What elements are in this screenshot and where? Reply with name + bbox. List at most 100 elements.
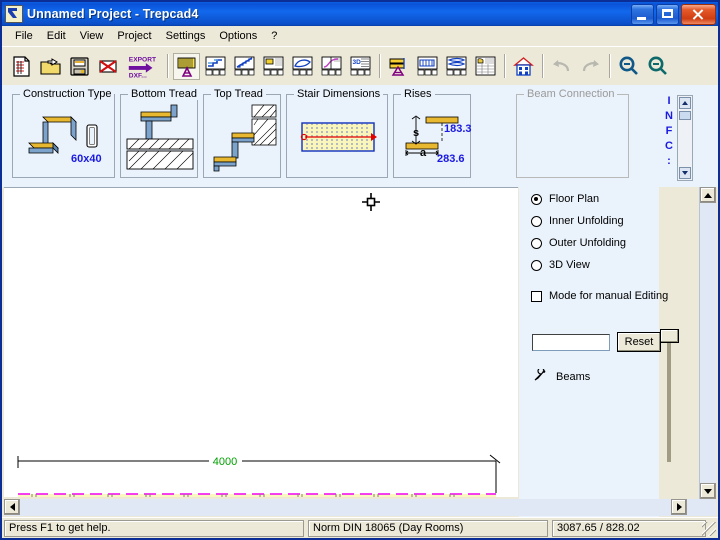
open-folder-icon[interactable] [37,53,64,80]
menu-settings[interactable]: Settings [159,28,213,44]
panel-top-tread[interactable]: Top Tread [203,88,281,178]
menu-help[interactable]: ? [264,28,284,44]
value-input[interactable] [532,334,610,351]
construction-type-value: 60x40 [71,153,102,165]
app-icon [5,5,23,23]
material-list-icon[interactable] [472,53,499,80]
status-hint: Press F1 to get help. [4,519,304,537]
railing-icon[interactable] [414,53,441,80]
zoom-out-icon[interactable] [644,53,671,80]
stair-dimensions-icon[interactable] [173,52,200,80]
beams-label: Beams [556,371,591,383]
toolbar-separator-5 [609,54,610,78]
new-file-icon[interactable] [8,53,35,80]
vertical-scrollbar[interactable] [699,187,716,499]
checkbox-manual-editing-indicator[interactable] [531,290,542,302]
zoom-slider-thumb[interactable] [660,329,679,343]
panel-rises[interactable]: Rises s a 183.3 283.6 [393,88,472,178]
info-scrollbar[interactable] [677,95,693,181]
maximize-button[interactable] [656,4,679,25]
delete-cross-icon[interactable] [95,53,122,80]
panel-stair-dimensions-graphic [287,95,387,177]
scroll-right-icon[interactable] [671,499,687,515]
panel-beam-connection-caption: Beam Connection [524,88,618,100]
radio-outer-unfolding-indicator[interactable] [531,237,542,249]
svg-text:EXPORT: EXPORT [129,56,156,63]
info-scroll-thumb[interactable] [679,111,691,120]
zoom-slider-track[interactable] [667,332,671,462]
rises-label-s: s [413,127,420,139]
panel-strip: Construction Type 60x40 Bottom Tread Top… [2,85,718,187]
toolbar-separator-2 [379,54,380,78]
toolbar: EXPORT DXF... 3D [2,46,718,85]
scroll-left-icon[interactable] [4,499,20,515]
wrench-icon [533,367,548,385]
checkbox-manual-editing[interactable]: Mode for manual Editing [531,290,668,302]
redo-icon [577,53,604,80]
menu-bar: File Edit View Project Settings Options … [2,26,718,45]
radio-inner-unfolding[interactable]: Inner Unfolding [531,215,624,227]
radio-floor-plan[interactable]: Floor Plan [531,193,599,205]
info-letter-i: I [667,95,671,107]
reset-button[interactable]: Reset [617,332,661,352]
house-icon[interactable] [510,53,537,80]
toolbar-separator-4 [542,54,543,78]
panel-bottom-tread[interactable]: Bottom Tread [120,88,201,178]
beam-layout-icon[interactable] [385,53,412,80]
close-button[interactable] [681,4,716,25]
beams-item[interactable]: Beams [533,367,591,385]
panel-top-tread-graphic [204,95,280,177]
checkbox-manual-editing-label: Mode for manual Editing [549,290,669,302]
radio-3d-view-indicator[interactable] [531,259,542,271]
radio-3d-view[interactable]: 3D View [531,259,590,271]
construction-type-icon[interactable] [202,53,229,80]
window-title: Unnamed Project - Trepcad4 [27,7,199,21]
radio-inner-unfolding-indicator[interactable] [531,215,542,227]
title-bar: Unnamed Project - Trepcad4 [2,2,718,26]
horizontal-scrollbar[interactable] [4,499,716,516]
radio-floor-plan-indicator[interactable] [531,193,542,205]
toolbar-separator-3 [504,54,505,78]
stringer-icon[interactable] [289,53,316,80]
resize-grip[interactable] [702,522,716,536]
minimize-button[interactable] [631,4,654,25]
svg-text:DXF...: DXF... [129,72,147,79]
menu-options[interactable]: Options [212,28,264,44]
info-scroll-down-icon[interactable] [679,167,691,179]
menu-edit[interactable]: Edit [40,28,73,44]
menu-view[interactable]: View [73,28,111,44]
scroll-up-icon[interactable] [700,187,716,203]
rises-value-a: 283.6 [437,153,465,165]
panel-construction-type[interactable]: Construction Type 60x40 [12,88,115,178]
3d-view-icon[interactable]: 3D [347,53,374,80]
info-letter-n: N [665,110,673,122]
radio-inner-unfolding-label: Inner Unfolding [549,215,624,227]
window-controls [631,4,716,25]
tread-table-icon[interactable] [260,53,287,80]
info-scroll-up-icon[interactable] [679,97,691,109]
svg-text:3D: 3D [353,59,362,66]
dimension-overall: 4000 [213,456,237,468]
undo-icon [548,53,575,80]
application-window: Unnamed Project - Trepcad4 File Edit Vie… [0,0,720,540]
rises-value-s: 183.3 [444,123,472,135]
drawing-canvas[interactable]: 4000 [4,187,518,497]
menu-project[interactable]: Project [110,28,158,44]
info-letter-f: F [665,125,673,137]
radio-3d-view-label: 3D View [549,259,590,271]
radio-outer-unfolding[interactable]: Outer Unfolding [531,237,626,249]
curve-icon[interactable] [318,53,345,80]
steps-icon[interactable] [443,53,470,80]
rises-icon[interactable] [231,53,258,80]
save-disk-icon[interactable] [66,53,93,80]
panel-bottom-tread-graphic [121,95,197,177]
info-letter-colon: : [667,155,671,167]
status-coordinates: 3087.65 / 828.02 [552,519,706,537]
radio-outer-unfolding-label: Outer Unfolding [549,237,627,249]
zoom-in-icon[interactable] [615,53,642,80]
scroll-down-icon[interactable] [700,483,716,499]
menu-file[interactable]: File [8,28,40,44]
status-norm: Norm DIN 18065 (Day Rooms) [308,519,548,537]
panel-stair-dimensions[interactable]: Stair Dimensions [286,88,388,178]
export-dxf-icon[interactable]: EXPORT DXF... [124,53,162,80]
